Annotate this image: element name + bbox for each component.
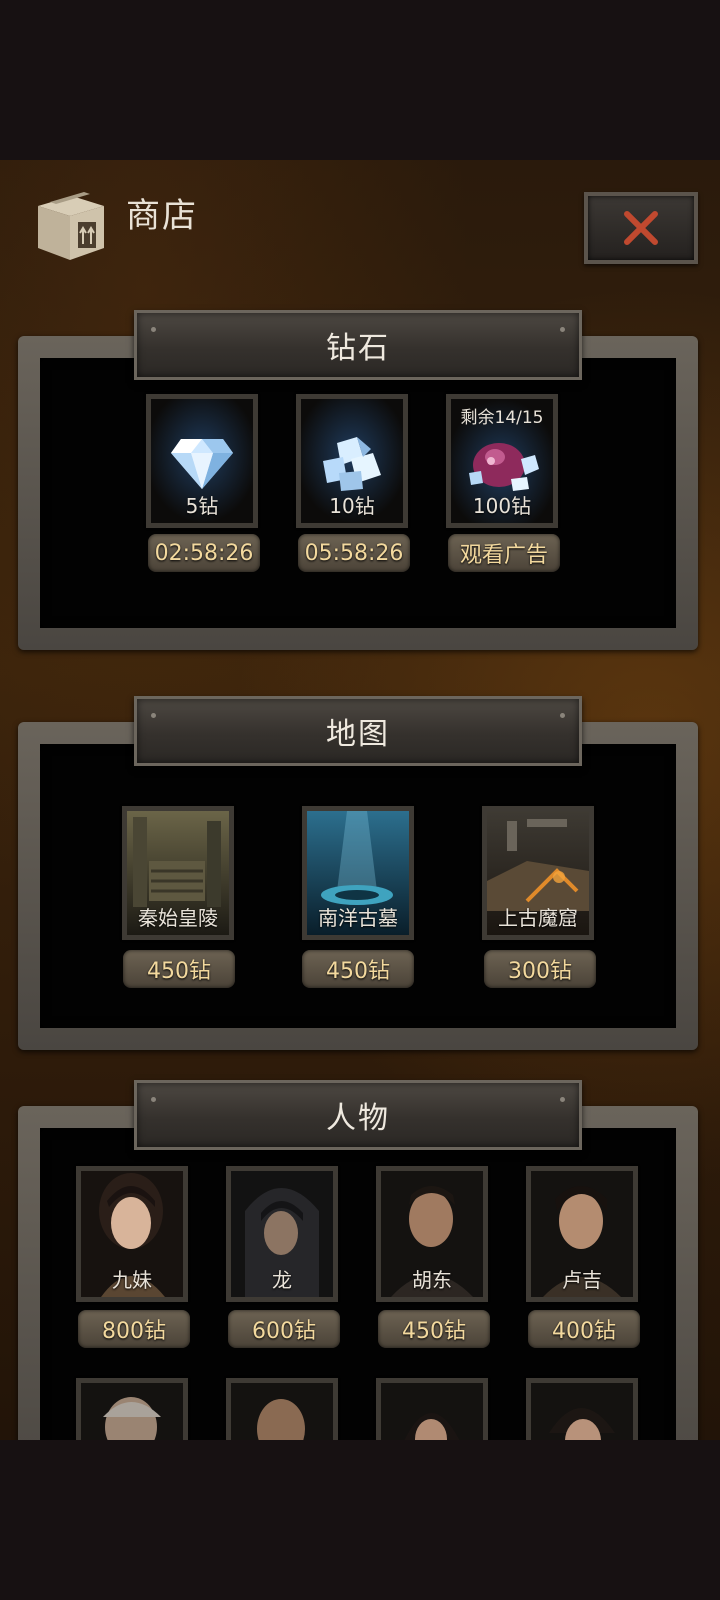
- diamond-amount-label: 10钻: [329, 494, 375, 518]
- diamond-section-title: 钻石: [134, 310, 582, 380]
- character-section-title: 人物: [134, 1080, 582, 1150]
- shop-screen: 商店 钻石 5钻 02:58:26 10钻 05:58:26 剩余14/15 1…: [0, 160, 720, 1440]
- character-portrait: [531, 1383, 633, 1440]
- remaining-count-label: 剩余14/15: [460, 408, 544, 428]
- diamond-timer-button[interactable]: 05:58:26: [298, 534, 410, 572]
- diamond-amount-label: 100钻: [472, 494, 532, 518]
- map-name-label: 上古魔窟: [498, 906, 578, 930]
- map-name-label: 南洋古墓: [318, 906, 398, 930]
- character-portrait: [381, 1383, 483, 1440]
- character-item[interactable]: 龙: [226, 1166, 338, 1302]
- map-price-button[interactable]: 300钻: [484, 950, 596, 988]
- map-price-button[interactable]: 450钻: [302, 950, 414, 988]
- character-portrait: [231, 1383, 333, 1440]
- character-price-button[interactable]: 600钻: [228, 1310, 340, 1348]
- character-item[interactable]: 卢吉: [526, 1166, 638, 1302]
- diamond-timer-button[interactable]: 02:58:26: [148, 534, 260, 572]
- map-item[interactable]: 上古魔窟: [482, 806, 594, 940]
- character-item[interactable]: [226, 1378, 338, 1440]
- character-item[interactable]: 九妹: [76, 1166, 188, 1302]
- map-item[interactable]: 南洋古墓: [302, 806, 414, 940]
- character-section: 人物 九妹 800钻 龙 600钻 胡东 450钻 卢吉 400钻: [18, 1080, 698, 1440]
- character-name-label: 卢吉: [562, 1268, 602, 1292]
- box-icon: [38, 192, 104, 260]
- map-section-title: 地图: [134, 696, 582, 766]
- map-section: 地图 秦始皇陵 450钻 南洋古墓 450钻 上古魔窟 300钻: [18, 696, 698, 1096]
- character-price-button[interactable]: 450钻: [378, 1310, 490, 1348]
- diamond-amount-label: 5钻: [185, 494, 219, 518]
- close-button[interactable]: [584, 192, 698, 264]
- character-portrait: [81, 1383, 183, 1440]
- map-item[interactable]: 秦始皇陵: [122, 806, 234, 940]
- character-item[interactable]: [526, 1378, 638, 1440]
- character-name-label: 龙: [272, 1268, 292, 1292]
- page-title: 商店: [126, 196, 198, 236]
- map-name-label: 秦始皇陵: [138, 906, 218, 930]
- diamond-item-5[interactable]: 5钻: [146, 394, 258, 528]
- character-price-button[interactable]: 400钻: [528, 1310, 640, 1348]
- character-price-button[interactable]: 800钻: [78, 1310, 190, 1348]
- diamond-item-10[interactable]: 10钻: [296, 394, 408, 528]
- watch-ad-button[interactable]: 观看广告: [448, 534, 560, 572]
- close-icon: [624, 211, 658, 245]
- diamond-item-100[interactable]: 剩余14/15 100钻: [446, 394, 558, 528]
- character-name-label: 胡东: [412, 1268, 452, 1292]
- character-item[interactable]: [376, 1378, 488, 1440]
- character-item[interactable]: [76, 1378, 188, 1440]
- character-item[interactable]: 胡东: [376, 1166, 488, 1302]
- character-name-label: 九妹: [112, 1268, 152, 1292]
- map-price-button[interactable]: 450钻: [123, 950, 235, 988]
